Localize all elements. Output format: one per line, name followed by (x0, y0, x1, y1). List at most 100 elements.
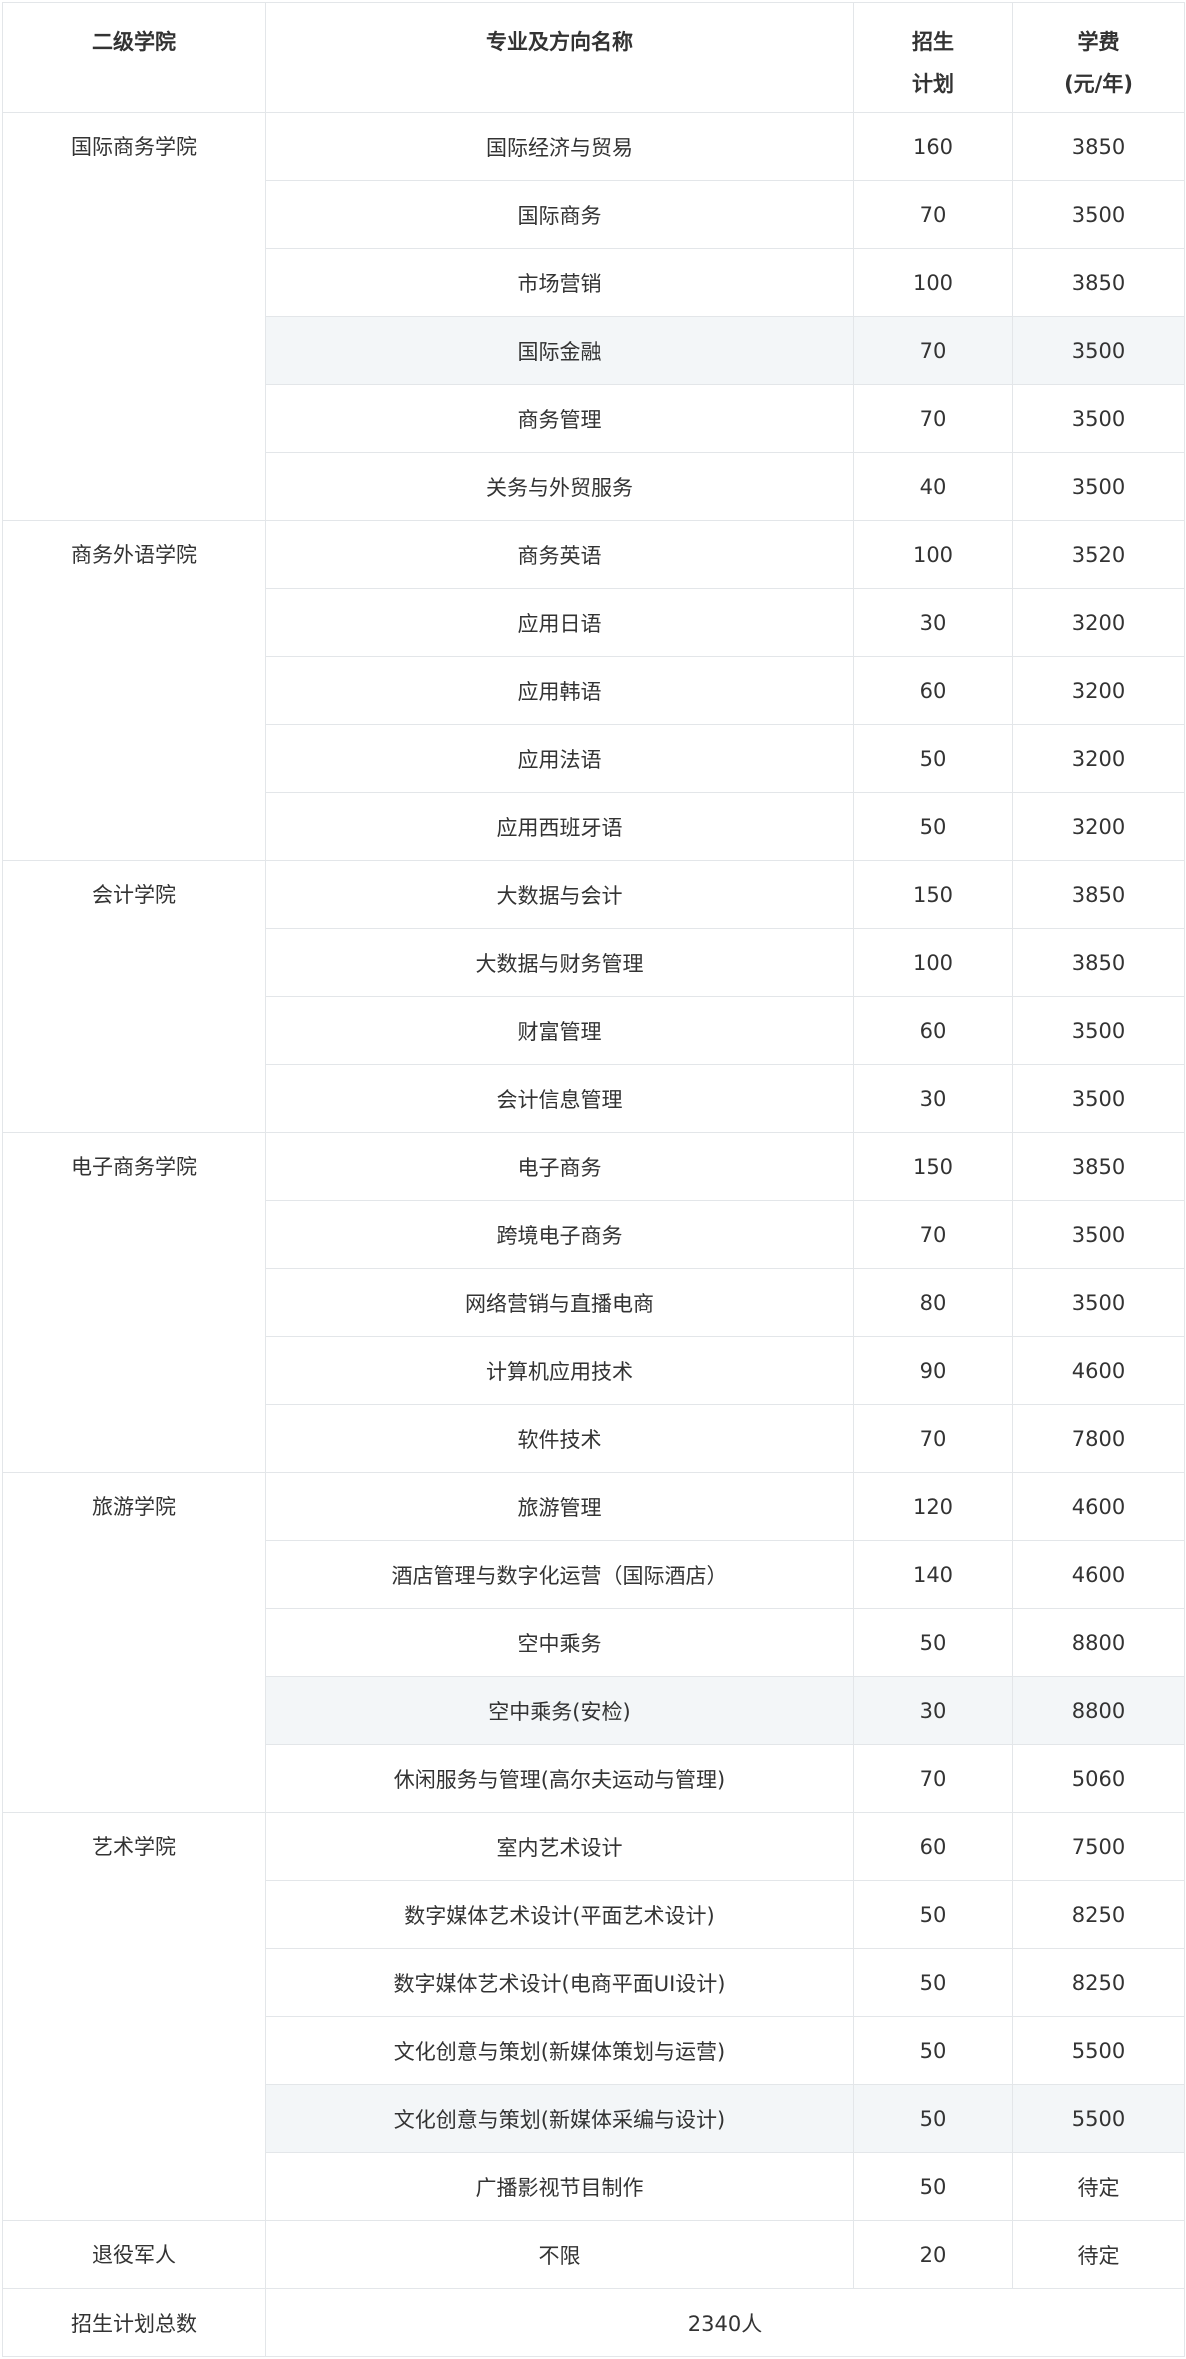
fee-cell: 3500 (1012, 384, 1185, 453)
fee-cell: 5500 (1012, 2084, 1185, 2153)
table-row: 退役军人 不限 20 待定 (2, 2220, 1185, 2289)
college-cell: 国际商务学院 (2, 112, 266, 521)
college-cell: 艺术学院 (2, 1812, 266, 2221)
plan-cell: 50 (853, 2152, 1013, 2221)
table-row: 艺术学院 室内艺术设计 60 7500 (2, 1812, 1185, 2221)
plan-cell: 70 (853, 384, 1013, 453)
page: 二级学院 专业及方向名称 招生计划 学费 (元/年) 国际商务学院 国际经济与贸易… (0, 0, 1186, 2357)
header-college-text: 二级学院 (92, 30, 176, 54)
plan-cell: 50 (853, 1948, 1013, 2017)
table-row: 国际商务学院 国际经济与贸易 160 3850 (2, 112, 1185, 521)
plan-cell: 50 (853, 1608, 1013, 1677)
plan-cell: 50 (853, 2084, 1013, 2153)
plan-cell: 90 (853, 1336, 1013, 1405)
fee-cell: 8250 (1012, 1880, 1185, 1949)
plan-cell: 50 (853, 724, 1013, 793)
major-cell: 广播影视节目制作 (265, 2152, 854, 2221)
fee-cell: 3500 (1012, 996, 1185, 1065)
plan-cell: 70 (853, 1404, 1013, 1473)
header-plan: 招生 计划 (853, 2, 1013, 113)
header-major: 专业及方向名称 (265, 2, 854, 113)
plan-cell: 70 (853, 1200, 1013, 1269)
plan-cell: 60 (853, 996, 1013, 1065)
fee-cell: 4600 (1012, 1540, 1185, 1609)
plan-cell: 20 (853, 2220, 1013, 2289)
fee-cell: 3850 (1012, 248, 1185, 317)
table-row: 电子商务学院 电子商务 150 3850 (2, 1132, 1185, 1473)
header-fee-line2: (元/年) (1064, 72, 1133, 96)
fee-cell: 7500 (1012, 1812, 1185, 1881)
fee-cell: 3500 (1012, 1200, 1185, 1269)
major-cell: 商务英语 (265, 520, 854, 589)
fee-cell: 7800 (1012, 1404, 1185, 1473)
fee-cell: 3200 (1012, 656, 1185, 725)
plan-cell: 150 (853, 1132, 1013, 1201)
fee-cell: 8250 (1012, 1948, 1185, 2017)
major-cell: 市场营销 (265, 248, 854, 317)
plan-cell: 160 (853, 112, 1013, 181)
total-value: 2340人 (265, 2288, 1185, 2357)
total-label: 招生计划总数 (2, 2288, 266, 2357)
plan-cell: 150 (853, 860, 1013, 929)
major-cell: 休闲服务与管理(高尔夫运动与管理) (265, 1744, 854, 1813)
major-cell: 大数据与财务管理 (265, 928, 854, 997)
fee-cell: 5060 (1012, 1744, 1185, 1813)
major-cell: 旅游管理 (265, 1472, 854, 1541)
major-cell: 文化创意与策划(新媒体采编与设计) (265, 2084, 854, 2153)
major-cell: 网络营销与直播电商 (265, 1268, 854, 1337)
college-cell: 会计学院 (2, 860, 266, 1133)
major-cell: 室内艺术设计 (265, 1812, 854, 1881)
plan-cell: 30 (853, 588, 1013, 657)
major-cell: 应用西班牙语 (265, 792, 854, 861)
fee-cell: 3500 (1012, 1064, 1185, 1133)
major-cell: 空中乘务(安检) (265, 1676, 854, 1745)
table-row: 商务外语学院 商务英语 100 3520 (2, 520, 1185, 861)
plan-cell: 100 (853, 248, 1013, 317)
plan-cell: 50 (853, 792, 1013, 861)
fee-cell: 8800 (1012, 1608, 1185, 1677)
major-cell: 数字媒体艺术设计(电商平面UI设计) (265, 1948, 854, 2017)
major-cell: 商务管理 (265, 384, 854, 453)
table-row: 会计学院 大数据与会计 150 3850 (2, 860, 1185, 1133)
header-fee: 学费 (元/年) (1012, 2, 1185, 113)
major-cell: 计算机应用技术 (265, 1336, 854, 1405)
fee-cell: 3200 (1012, 724, 1185, 793)
fee-cell: 待定 (1012, 2152, 1185, 2221)
fee-cell: 3520 (1012, 520, 1185, 589)
major-cell: 关务与外贸服务 (265, 452, 854, 521)
college-cell: 旅游学院 (2, 1472, 266, 1813)
header-plan-line1: 招生 (912, 30, 954, 54)
fee-cell: 3850 (1012, 112, 1185, 181)
header-fee-line1: 学费 (1077, 30, 1120, 54)
plan-cell: 70 (853, 316, 1013, 385)
fee-cell: 待定 (1012, 2220, 1185, 2289)
plan-cell: 40 (853, 452, 1013, 521)
major-cell: 数字媒体艺术设计(平面艺术设计) (265, 1880, 854, 1949)
enrollment-table: 二级学院 专业及方向名称 招生计划 学费 (元/年) 国际商务学院 国际经济与贸易… (2, 2, 1185, 2357)
fee-cell: 3500 (1012, 180, 1185, 249)
major-cell: 空中乘务 (265, 1608, 854, 1677)
major-cell: 国际金融 (265, 316, 854, 385)
major-cell: 文化创意与策划(新媒体策划与运营) (265, 2016, 854, 2085)
fee-cell: 3850 (1012, 1132, 1185, 1201)
college-cell: 退役军人 (2, 2220, 266, 2289)
fee-cell: 3850 (1012, 928, 1185, 997)
header-plan-line2: 计划 (912, 72, 954, 96)
plan-cell: 30 (853, 1676, 1013, 1745)
plan-cell: 140 (853, 1540, 1013, 1609)
plan-cell: 100 (853, 520, 1013, 589)
plan-cell: 120 (853, 1472, 1013, 1541)
fee-cell: 3200 (1012, 588, 1185, 657)
major-cell: 应用日语 (265, 588, 854, 657)
major-cell: 国际经济与贸易 (265, 112, 854, 181)
fee-cell: 4600 (1012, 1472, 1185, 1541)
table-row: 旅游学院 旅游管理 120 4600 (2, 1472, 1185, 1813)
fee-cell: 3850 (1012, 860, 1185, 929)
fee-cell: 4600 (1012, 1336, 1185, 1405)
plan-cell: 70 (853, 1744, 1013, 1813)
plan-cell: 70 (853, 180, 1013, 249)
plan-cell: 80 (853, 1268, 1013, 1337)
header-college: 二级学院 (2, 2, 266, 113)
major-cell: 电子商务 (265, 1132, 854, 1201)
major-cell: 应用法语 (265, 724, 854, 793)
